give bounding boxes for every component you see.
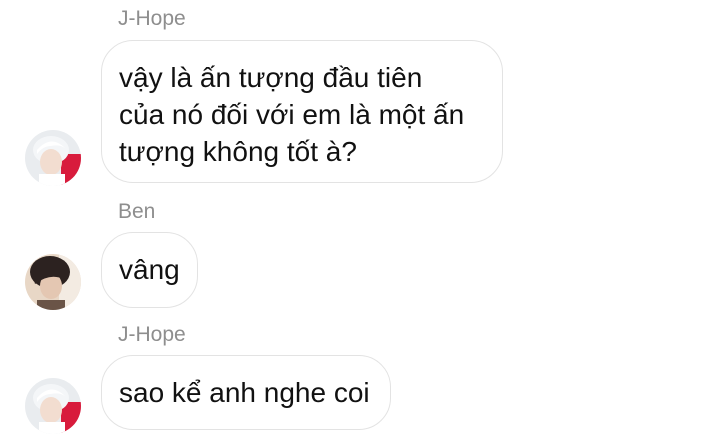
chat-thread: J-Hope vậy là ấn tượng đầu tiên của nó đ… <box>0 0 720 441</box>
message-text: vâng <box>119 254 180 285</box>
sender-name: J-Hope <box>118 323 186 346</box>
message-text: sao kể anh nghe coi <box>119 377 370 408</box>
message-bubble[interactable]: vâng <box>101 232 198 308</box>
avatar-jhope-icon[interactable] <box>25 378 81 434</box>
avatar-jhope-icon[interactable] <box>25 130 81 186</box>
message-bubble[interactable]: vậy là ấn tượng đầu tiên của nó đối với … <box>101 40 503 183</box>
message-text: của nó đối với em là một ấn <box>119 99 465 130</box>
sender-name: Ben <box>118 200 156 223</box>
message-text: tượng không tốt à? <box>119 136 357 167</box>
message-bubble[interactable]: sao kể anh nghe coi <box>101 355 391 430</box>
sender-name: J-Hope <box>118 7 186 30</box>
message-text: vậy là ấn tượng đầu tiên <box>119 62 423 93</box>
avatar-ben-icon[interactable] <box>25 254 81 310</box>
